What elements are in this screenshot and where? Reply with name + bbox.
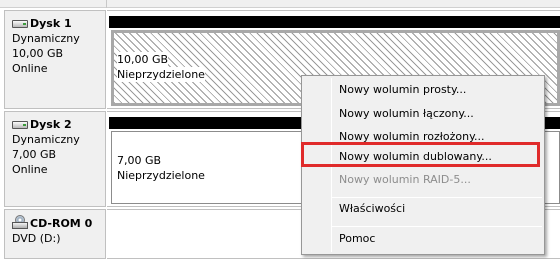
column-header-strip — [0, 0, 560, 8]
cdrom-drive-letter: DVD (D:) — [12, 232, 61, 245]
disk-1-status: Online — [12, 62, 48, 75]
cdrom-name: CD-ROM 0 — [30, 216, 93, 230]
menu-item-new-simple-volume[interactable]: Nowy wolumin prosty... — [339, 79, 466, 101]
disk-2-size: 7,00 GB — [12, 148, 57, 161]
disk-2-volume-state: Nieprzydzielone — [117, 169, 205, 182]
disk-1-name: Dysk 1 — [30, 17, 72, 30]
disk-1-volume-state: Nieprzydzielone — [117, 67, 205, 82]
cdrom-drive-icon — [12, 215, 28, 231]
disk-2-name: Dysk 2 — [30, 118, 72, 131]
cdrom-info[interactable]: CD-ROM 0 DVD (D:) — [4, 209, 106, 259]
disk-2-status: Online — [12, 163, 48, 176]
disk-1-size: 10,00 GB — [12, 47, 64, 60]
menu-item-new-raid5-volume: Nowy wolumin RAID-5... — [339, 173, 471, 186]
disk-1-volume-size: 10,00 GB — [117, 52, 169, 67]
menu-item-help[interactable]: Pomoc — [339, 228, 375, 250]
disk-2-type: Dynamiczny — [12, 133, 80, 146]
menu-separator — [332, 226, 542, 227]
hard-disk-icon — [12, 119, 28, 130]
context-menu: Nowy wolumin prosty... Nowy wolumin łącz… — [301, 75, 545, 255]
menu-item-new-mirrored-volume[interactable]: Nowy wolumin dublowany... — [339, 146, 492, 168]
hard-disk-icon — [12, 18, 28, 29]
disk-2-info[interactable]: Dysk 2 Dynamiczny 7,00 GB Online — [4, 111, 106, 207]
disk-1-volume-header-bar — [109, 16, 560, 28]
menu-item-properties[interactable]: Właściwości — [339, 198, 405, 220]
menu-item-new-spanned-volume[interactable]: Nowy wolumin łączony... — [339, 103, 474, 125]
disk-1-info[interactable]: Dysk 1 Dynamiczny 10,00 GB Online — [4, 10, 106, 109]
disk-1-type: Dynamiczny — [12, 32, 80, 45]
menu-item-new-striped-volume[interactable]: Nowy wolumin rozłożony... — [339, 126, 485, 148]
disk-2-volume-size: 7,00 GB — [117, 154, 162, 167]
column-divider — [106, 0, 107, 8]
